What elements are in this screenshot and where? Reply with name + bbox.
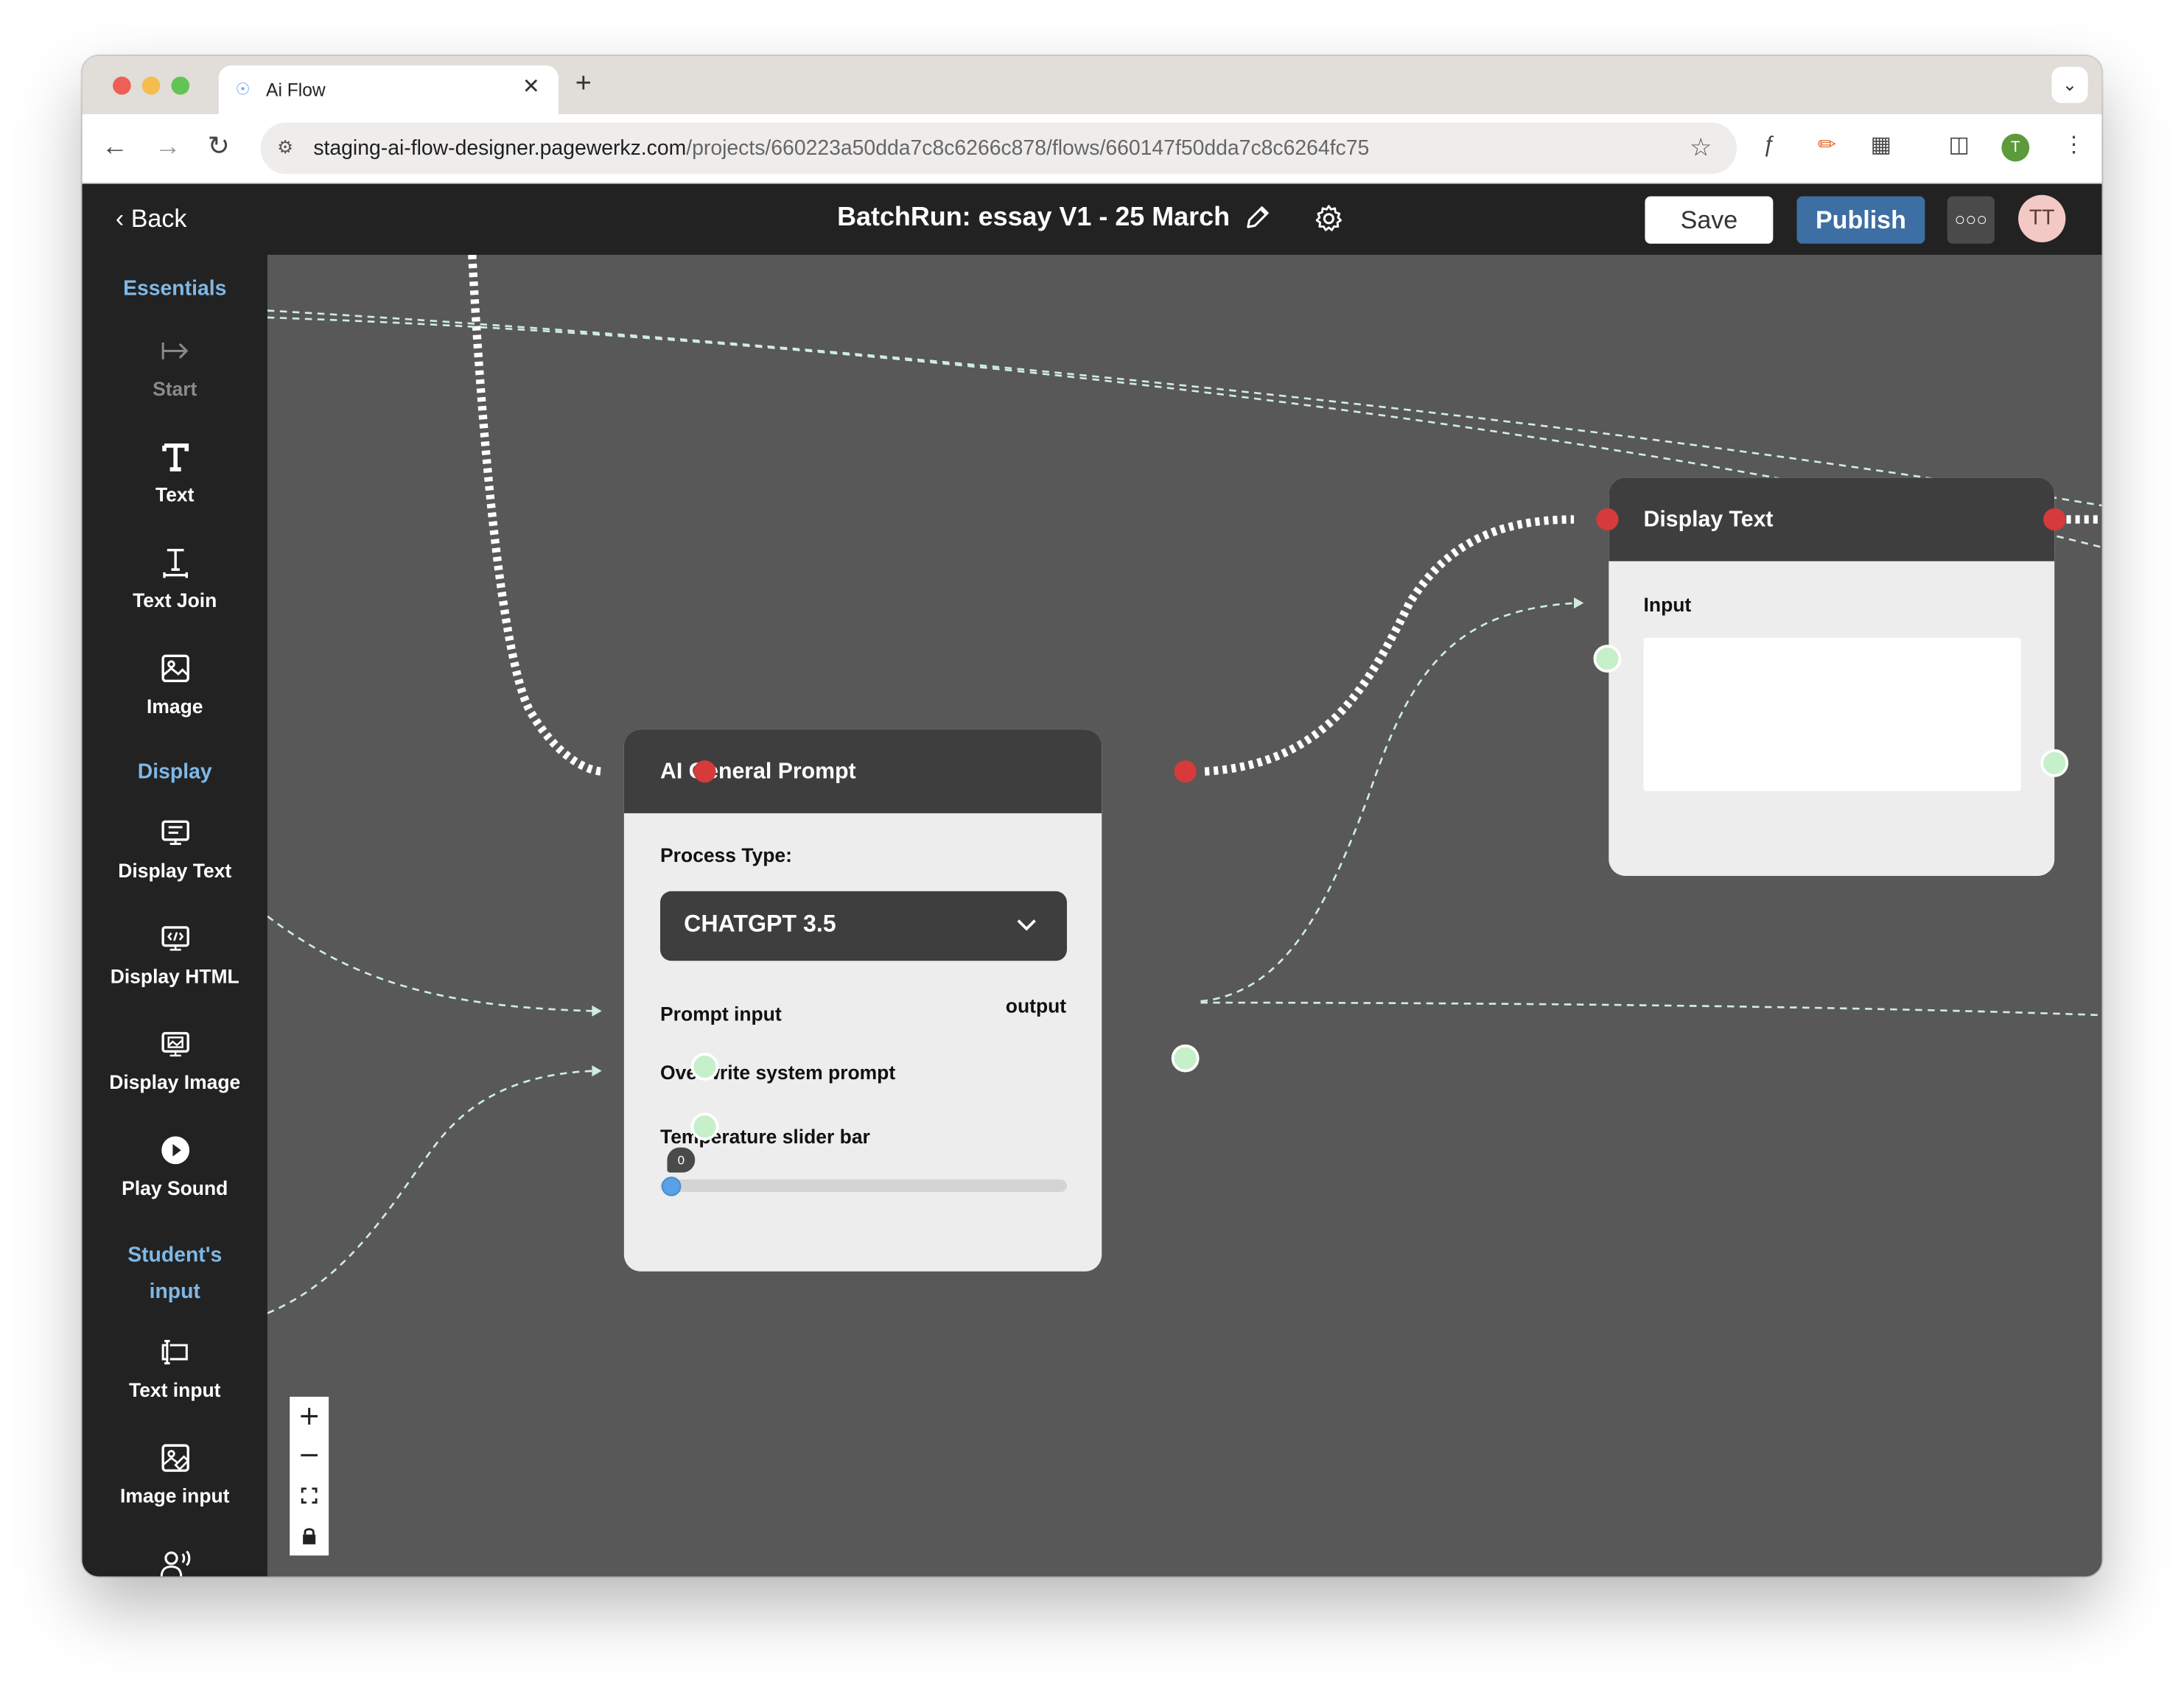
display-image-icon [161,1031,189,1057]
browser-tab[interactable]: ☉ Ai Flow ✕ [218,65,559,116]
new-tab-icon[interactable]: + [575,69,592,99]
ai-general-prompt-node[interactable]: AI General Prompt Process Type: CHATGPT … [623,729,1102,1272]
url-text: staging-ai-flow-designer.pagewerkz.com/p… [313,136,1370,161]
text-join-icon [162,548,188,578]
reload-icon[interactable]: ↻ [208,133,230,164]
display-html-icon [161,926,189,951]
sidebar-item-image-input[interactable]: Image input [83,1441,267,1527]
ai-prompt-exec-out-port[interactable] [1174,760,1197,783]
tab-close-icon[interactable]: ✕ [522,75,540,99]
sidebar-item-display-text[interactable]: Display Text [83,816,267,902]
voice-input-icon [159,1550,190,1576]
display-exec-in-port[interactable] [1596,508,1619,531]
display-exec-out-port[interactable] [2043,508,2066,531]
prompt-input-label: Prompt input [660,1003,782,1025]
data-wire-output-right [1200,1001,2102,1017]
image-icon [161,654,189,683]
section-student-input: Student's input [127,1244,223,1304]
minimize-window-button[interactable] [141,76,161,95]
data-wire-to-prompt-input [267,915,594,1012]
data-wire-output-to-display-input [1200,602,1577,1003]
node-header[interactable]: Display Text [1609,477,2055,561]
display-text-icon [161,820,189,846]
flow-title: BatchRun: essay V1 - 25 March [837,203,1231,233]
maximize-window-button[interactable] [171,76,190,95]
sidebar-item-image[interactable]: Image [83,652,267,738]
node-title: AI General Prompt [660,760,856,785]
data-wire-top-1 [267,309,2102,507]
play-circle-icon [161,1136,189,1165]
node-title: Display Text [1643,508,1774,533]
temperature-slider-handle[interactable] [661,1176,682,1196]
app-header: ‹ Back BatchRun: essay V1 - 25 March Sav… [82,183,2102,255]
forward-arrow-icon[interactable]: → [155,133,181,164]
settings-gear-icon[interactable] [1314,203,1345,242]
display-input-port[interactable] [1593,645,1622,673]
data-wire-to-overwrite [267,1070,594,1314]
extensions-puzzle-icon[interactable]: ▦ [1871,133,1892,158]
more-options-icon[interactable]: ○○○ [1947,196,1995,244]
canvas-controls [290,1396,329,1556]
ai-prompt-exec-in-port[interactable] [693,760,716,783]
start-arrow-icon [161,343,188,360]
publish-button[interactable]: Publish [1796,196,1925,244]
bookmark-star-icon[interactable]: ☆ [1690,133,1712,163]
site-settings-icon[interactable]: ⚙ [277,136,293,158]
sidebar-item-text-input[interactable]: Text input [83,1336,267,1422]
text-input-icon [161,1339,187,1365]
image-input-icon [161,1444,189,1472]
chevron-left-icon: ‹ [115,204,125,233]
browser-tab-strip: ☉ Ai Flow ✕ + ⌄ [82,55,2102,116]
sidebar-item-text-join[interactable]: Text Join [83,546,267,632]
text-t-icon [161,443,189,471]
save-button[interactable]: Save [1645,196,1774,244]
process-type-label: Process Type: [660,844,792,866]
extension-fx-icon[interactable]: ƒ [1763,133,1776,158]
section-display: Display [137,760,212,785]
sidebar-item-text[interactable]: Text [83,440,267,526]
section-essentials: Essentials [123,277,227,301]
sidebar-item-play-sound[interactable]: Play Sound [83,1134,267,1220]
display-output-port[interactable] [2040,748,2069,777]
close-window-button[interactable] [113,76,131,95]
back-link[interactable]: ‹ Back [116,205,186,234]
tab-search-chevron-icon[interactable]: ⌄ [2051,66,2088,103]
zoom-in-icon[interactable] [290,1397,329,1436]
browser-window: ☉ Ai Flow ✕ + ⌄ ← → ↻ ⚙ staging-ai-flow-… [82,55,2102,1576]
address-bar[interactable]: ⚙ staging-ai-flow-designer.pagewerkz.com… [260,122,1737,175]
edit-pencil-icon[interactable] [1244,203,1272,239]
fit-view-icon[interactable] [290,1476,329,1515]
zoom-out-icon[interactable] [290,1436,329,1475]
output-label: output [1005,994,1067,1017]
overwrite-system-prompt-port[interactable] [690,1112,719,1141]
temperature-slider[interactable] [660,1179,1067,1193]
node-palette-sidebar: Essentials Start Text Text Join Image Di… [82,254,267,1576]
chevron-down-icon [1017,919,1036,931]
browser-menu-icon[interactable]: ⋮ [2063,133,2085,158]
connection-wires [267,254,2102,1314]
tab-favicon-icon: ☉ [235,79,251,99]
lock-icon[interactable] [290,1517,329,1556]
sidebar-item-start[interactable]: Start [83,334,267,421]
display-text-node[interactable]: Display Text Input [1609,477,2055,877]
extension-pen-icon[interactable]: ✏ [1818,133,1836,158]
side-panel-icon[interactable]: ◫ [1949,133,1970,158]
user-avatar[interactable]: TT [2018,194,2066,242]
temperature-value-tooltip: 0 [667,1147,696,1173]
tab-title: Ai Flow [266,79,326,101]
sidebar-item-display-image[interactable]: Display Image [83,1028,267,1114]
browser-toolbar: ← → ↻ ⚙ staging-ai-flow-designer.pagewer… [82,114,2102,184]
browser-profile-avatar[interactable]: T [2001,133,2030,162]
display-input-label: Input [1643,593,1692,616]
sidebar-item-display-html[interactable]: Display HTML [83,922,267,1008]
ai-prompt-output-port[interactable] [1171,1044,1200,1073]
exec-wire-ai-prompt-to-display [1204,515,1575,776]
prompt-input-port[interactable] [690,1053,719,1081]
flow-canvas[interactable]: AI General Prompt Process Type: CHATGPT … [267,254,2102,1576]
display-text-area[interactable] [1643,637,2021,791]
back-arrow-icon[interactable]: ← [102,133,128,164]
process-type-value: CHATGPT 3.5 [684,911,836,938]
sidebar-item-voice-input[interactable] [83,1547,267,1576]
process-type-select[interactable]: CHATGPT 3.5 [660,891,1067,961]
